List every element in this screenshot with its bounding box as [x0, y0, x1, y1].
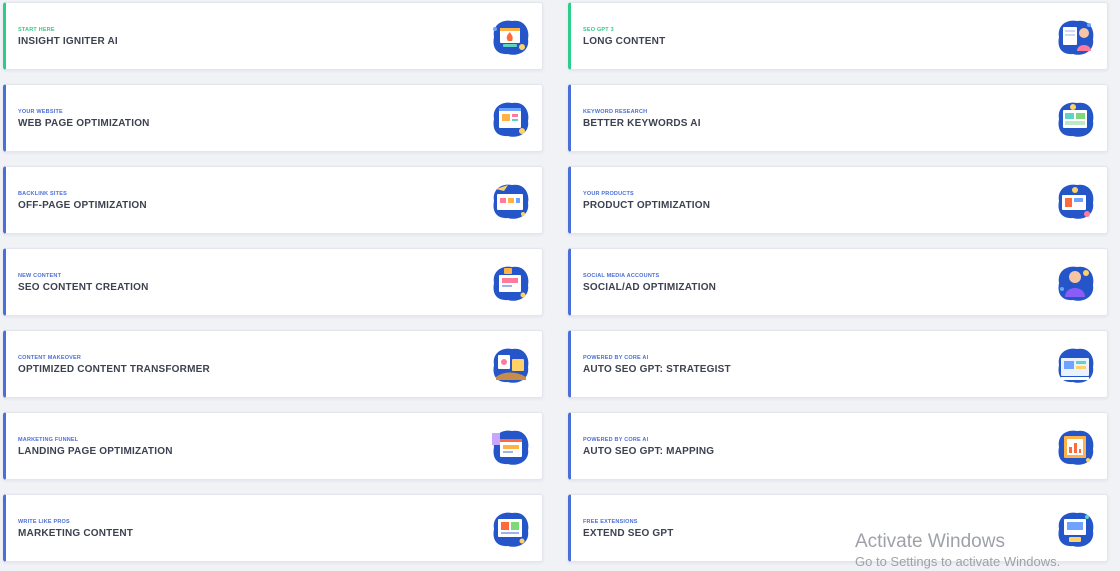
card-subtitle: BACKLINK SITES: [18, 191, 67, 197]
card-subtitle: KEYWORD RESEARCH: [583, 109, 648, 115]
strategist-illustration-icon: [1058, 348, 1094, 383]
card-title: SOCIAL/AD OPTIMIZATION: [583, 282, 717, 293]
card-title: EXTEND SEO GPT: [583, 528, 674, 539]
tools-grid: START HERE INSIGHT IGNITER AI SEO GPT 3 …: [0, 0, 1120, 569]
fire-illustration-icon: [493, 20, 529, 55]
card-title: INSIGHT IGNITER AI: [18, 36, 118, 47]
card-title: WEB PAGE OPTIMIZATION: [18, 118, 150, 129]
card-insight-igniter-ai[interactable]: START HERE INSIGHT IGNITER AI: [3, 2, 543, 70]
card-title: PRODUCT OPTIMIZATION: [583, 200, 711, 211]
card-subtitle: POWERED BY CORE AI: [583, 437, 649, 443]
social-illustration-icon: [1058, 266, 1094, 301]
card-auto-seo-gpt-mapping[interactable]: POWERED BY CORE AI AUTO SEO GPT: MAPPING: [568, 412, 1108, 480]
watermark-line-2: Go to Settings to activate Windows.: [855, 554, 1061, 569]
card-subtitle: MARKETING FUNNEL: [18, 437, 79, 443]
card-subtitle: NEW CONTENT: [18, 273, 62, 279]
card-title: AUTO SEO GPT: STRATEGIST: [583, 364, 731, 375]
marketing-illustration-icon: [493, 512, 529, 547]
writer-illustration-icon: [1058, 20, 1094, 55]
content-illustration-icon: [493, 266, 529, 301]
card-landing-page-optimization[interactable]: MARKETING FUNNEL LANDING PAGE OPTIMIZATI…: [3, 412, 543, 480]
card-subtitle: POWERED BY CORE AI: [583, 355, 649, 361]
card-seo-content-creation[interactable]: NEW CONTENT SEO CONTENT CREATION: [3, 248, 543, 316]
card-product-optimization[interactable]: YOUR PRODUCTS PRODUCT OPTIMIZATION: [568, 166, 1108, 234]
card-title: OFF-PAGE OPTIMIZATION: [18, 200, 147, 211]
card-off-page-optimization[interactable]: BACKLINK SITES OFF-PAGE OPTIMIZATION: [3, 166, 543, 234]
card-title: LANDING PAGE OPTIMIZATION: [18, 446, 173, 457]
card-title: AUTO SEO GPT: MAPPING: [583, 446, 715, 457]
card-subtitle: SEO GPT 3: [583, 27, 614, 33]
card-title: BETTER KEYWORDS AI: [583, 118, 701, 129]
card-web-page-optimization[interactable]: YOUR WEBSITE WEB PAGE OPTIMIZATION: [3, 84, 543, 152]
card-subtitle: FREE EXTENSIONS: [583, 519, 638, 525]
backlink-illustration-icon: [493, 184, 529, 219]
card-title: OPTIMIZED CONTENT TRANSFORMER: [18, 364, 210, 375]
watermark-line-1: Activate Windows: [855, 531, 1005, 552]
card-subtitle: YOUR PRODUCTS: [583, 191, 634, 197]
card-long-content[interactable]: SEO GPT 3 LONG CONTENT: [568, 2, 1108, 70]
card-subtitle: CONTENT MAKEOVER: [18, 355, 82, 361]
card-social-ad-optimization[interactable]: SOCIAL MEDIA ACCOUNTS SOCIAL/AD OPTIMIZA…: [568, 248, 1108, 316]
keywords-illustration-icon: [1058, 102, 1094, 137]
card-optimized-content-transformer[interactable]: CONTENT MAKEOVER OPTIMIZED CONTENT TRANS…: [3, 330, 543, 398]
landing-page-illustration-icon: [492, 430, 529, 465]
webpage-illustration-icon: [493, 102, 529, 137]
card-better-keywords-ai[interactable]: KEYWORD RESEARCH BETTER KEYWORDS AI: [568, 84, 1108, 152]
mapping-illustration-icon: [1058, 430, 1094, 465]
windows-activation-watermark: Activate Windows Go to Settings to activ…: [855, 531, 1060, 571]
card-subtitle: START HERE: [18, 27, 55, 33]
card-subtitle: YOUR WEBSITE: [18, 109, 63, 115]
card-title: MARKETING CONTENT: [18, 528, 134, 539]
card-marketing-content[interactable]: WRITE LIKE PROS MARKETING CONTENT: [3, 494, 543, 562]
product-illustration-icon: [1058, 184, 1094, 219]
card-title: SEO CONTENT CREATION: [18, 282, 149, 293]
card-subtitle: WRITE LIKE PROS: [18, 519, 70, 525]
transformer-illustration-icon: [493, 348, 529, 383]
card-subtitle: SOCIAL MEDIA ACCOUNTS: [583, 273, 660, 279]
card-title: LONG CONTENT: [583, 36, 666, 47]
card-auto-seo-gpt-strategist[interactable]: POWERED BY CORE AI AUTO SEO GPT: STRATEG…: [568, 330, 1108, 398]
